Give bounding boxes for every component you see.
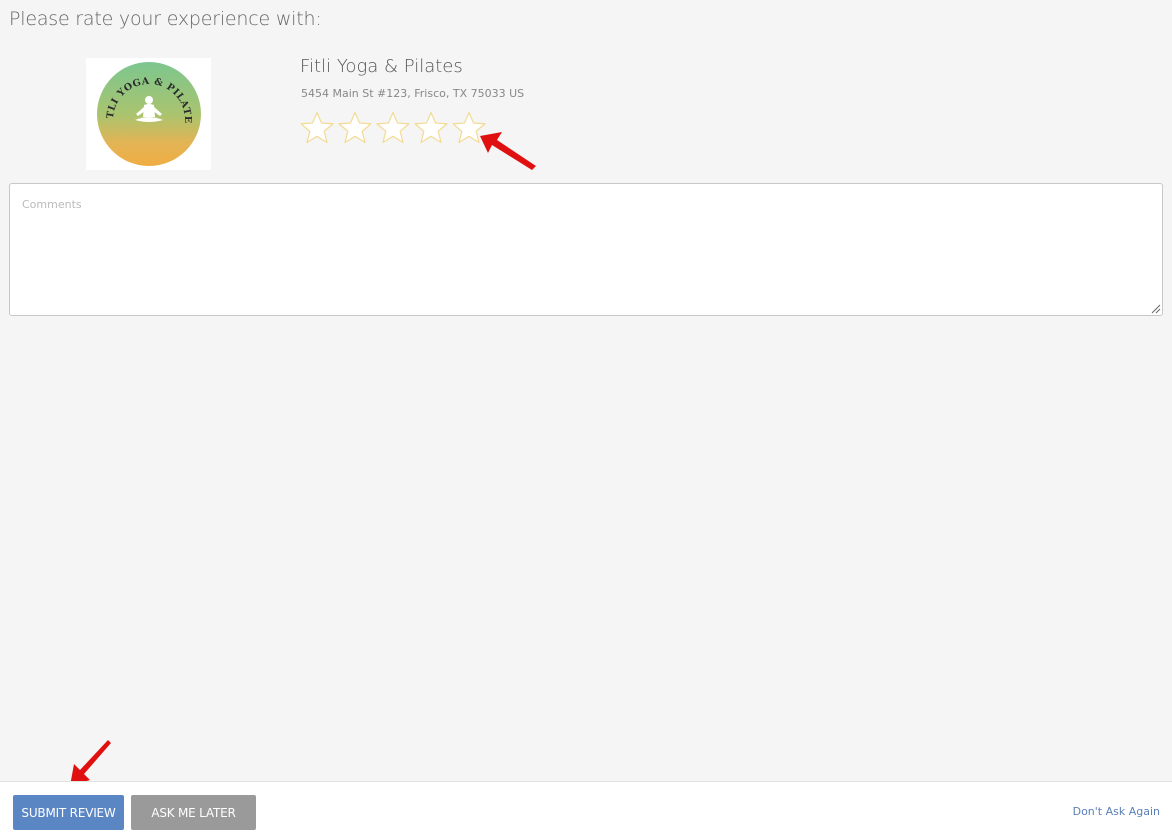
footer-bar: SUBMIT REVIEW ASK ME LATER Don't Ask Aga… — [0, 781, 1172, 840]
business-logo: FITLI YOGA & PILATES — [86, 58, 211, 170]
star-2-icon[interactable] — [338, 111, 372, 144]
business-address: 5454 Main St #123, Frisco, TX 75033 US — [301, 87, 525, 100]
dont-ask-again-link[interactable]: Don't Ask Again — [1073, 805, 1160, 818]
yoga-logo-icon: FITLI YOGA & PILATES — [96, 62, 201, 166]
rating-prompt: Please rate your experience with: — [9, 8, 322, 30]
star-3-icon[interactable] — [376, 111, 410, 144]
star-4-icon[interactable] — [414, 111, 448, 144]
star-rating[interactable] — [300, 111, 486, 144]
annotation-arrow-icon — [480, 132, 536, 170]
submit-review-button[interactable]: SUBMIT REVIEW — [13, 795, 124, 830]
review-dialog: Please rate your experience with: FITLI … — [0, 0, 1172, 840]
ask-me-later-button[interactable]: ASK ME LATER — [131, 795, 256, 830]
business-name: Fitli Yoga & Pilates — [300, 56, 463, 77]
comments-textarea[interactable] — [9, 183, 1163, 316]
star-5-icon[interactable] — [452, 111, 486, 144]
star-1-icon[interactable] — [300, 111, 334, 144]
